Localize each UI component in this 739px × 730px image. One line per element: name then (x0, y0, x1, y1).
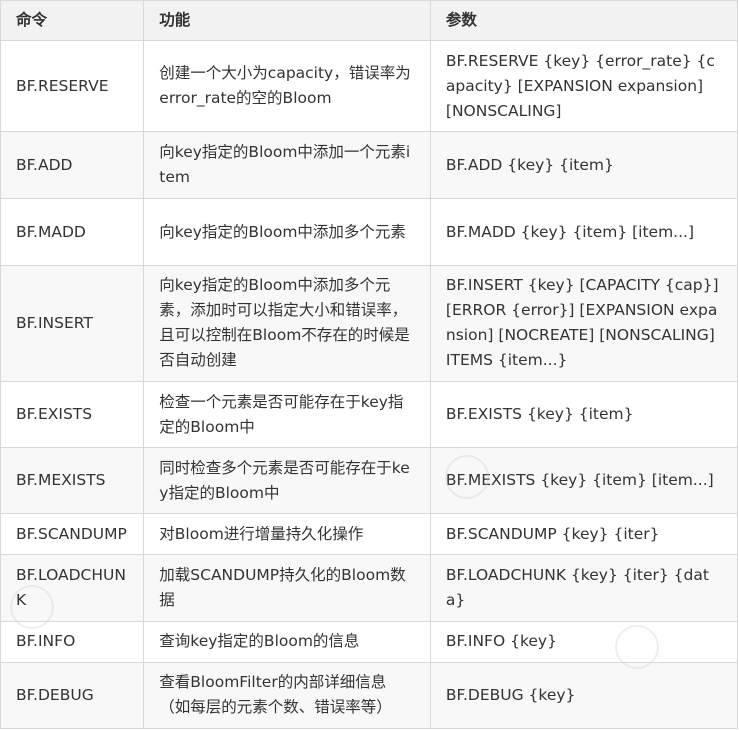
table-row: BF.MEXISTS 同时检查多个元素是否可能存在于key指定的Bloom中 B… (0, 447, 739, 515)
table-row: BF.INFO 查询key指定的Bloom的信息 BF.INFO {key} (0, 620, 739, 663)
cell-command: BF.MADD (0, 198, 145, 266)
table-row: BF.MADD 向key指定的Bloom中添加多个元素 BF.MADD {key… (0, 198, 739, 266)
cell-params: BF.INFO {key} (429, 620, 739, 663)
table-row: BF.SCANDUMP 对Bloom进行增量持久化操作 BF.SCANDUMP … (0, 513, 739, 556)
cell-params: BF.DEBUG {key} (429, 661, 739, 730)
cell-command: BF.ADD (0, 131, 145, 200)
cell-command: BF.INSERT (0, 264, 145, 382)
cell-params: BF.LOADCHUNK {key} {iter} {data} (429, 554, 739, 622)
table-row: BF.ADD 向key指定的Bloom中添加一个元素item BF.ADD {k… (0, 131, 739, 200)
cell-params: BF.MEXISTS {key} {item} [item...] (429, 447, 739, 515)
table-body: BF.RESERVE 创建一个大小为capacity，错误率为error_rat… (0, 39, 739, 730)
cell-command: BF.INFO (0, 620, 145, 663)
cell-function: 同时检查多个元素是否可能存在于key指定的Bloom中 (143, 447, 431, 515)
cell-command: BF.DEBUG (0, 661, 145, 730)
header-function: 功能 (143, 0, 431, 41)
cell-function: 创建一个大小为capacity，错误率为error_rate的空的Bloom (143, 39, 431, 133)
cell-function: 向key指定的Bloom中添加多个元素，添加时可以指定大小和错误率，且可以控制在… (143, 264, 431, 382)
cell-function: 查看BloomFilter的内部详细信息（如每层的元素个数、错误率等） (143, 661, 431, 730)
cell-params: BF.ADD {key} {item} (429, 131, 739, 200)
table-row: BF.DEBUG 查看BloomFilter的内部详细信息（如每层的元素个数、错… (0, 661, 739, 730)
cell-command: BF.RESERVE (0, 39, 145, 133)
cell-function: 向key指定的Bloom中添加一个元素item (143, 131, 431, 200)
cell-command: BF.SCANDUMP (0, 513, 145, 556)
table-row: BF.INSERT 向key指定的Bloom中添加多个元素，添加时可以指定大小和… (0, 264, 739, 382)
cell-params: BF.MADD {key} {item} [item...] (429, 198, 739, 266)
header-command: 命令 (0, 0, 145, 41)
cell-command: BF.MEXISTS (0, 447, 145, 515)
cell-function: 向key指定的Bloom中添加多个元素 (143, 198, 431, 266)
cell-params: BF.RESERVE {key} {error_rate} {capacity}… (429, 39, 739, 133)
cell-function: 查询key指定的Bloom的信息 (143, 620, 431, 663)
bloom-commands-table: 命令 功能 参数 BF.RESERVE 创建一个大小为capacity，错误率为… (0, 0, 739, 730)
table-row: BF.RESERVE 创建一个大小为capacity，错误率为error_rat… (0, 39, 739, 133)
cell-params: BF.EXISTS {key} {item} (429, 380, 739, 449)
header-row: 命令 功能 参数 (0, 0, 739, 41)
header-params: 参数 (429, 0, 739, 41)
cell-function: 加载SCANDUMP持久化的Bloom数据 (143, 554, 431, 622)
cell-command: BF.EXISTS (0, 380, 145, 449)
cell-params: BF.SCANDUMP {key} {iter} (429, 513, 739, 556)
cell-params: BF.INSERT {key} [CAPACITY {cap}] [ERROR … (429, 264, 739, 382)
cell-function: 对Bloom进行增量持久化操作 (143, 513, 431, 556)
table-row: BF.LOADCHUNK 加载SCANDUMP持久化的Bloom数据 BF.LO… (0, 554, 739, 622)
cell-command: BF.LOADCHUNK (0, 554, 145, 622)
table-header: 命令 功能 参数 (0, 0, 739, 41)
cell-function: 检查一个元素是否可能存在于key指定的Bloom中 (143, 380, 431, 449)
table-row: BF.EXISTS 检查一个元素是否可能存在于key指定的Bloom中 BF.E… (0, 380, 739, 449)
